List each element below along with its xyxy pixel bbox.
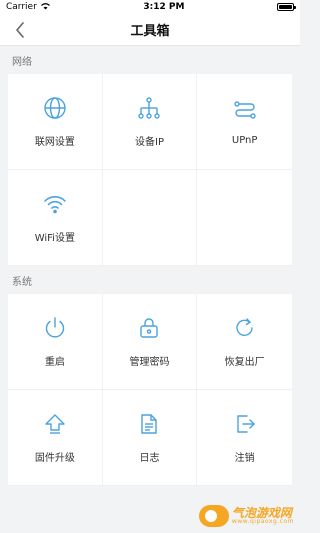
empty-cell [197,170,292,266]
status-left: Carrier [6,2,51,13]
tool-label: 设备IP [135,137,164,148]
tool-admin-password[interactable]: 管理密码 [102,294,198,390]
back-button[interactable] [10,20,30,40]
tool-label: 固件升级 [34,453,75,464]
nav-bar: 工具箱 [0,14,300,46]
chevron-left-icon [16,22,24,38]
tool-label: 注销 [234,453,255,464]
tool-label: UPnP [231,135,258,146]
network-tree-icon [136,95,162,121]
tool-firmware-upgrade[interactable]: 固件升级 [8,390,103,486]
tool-upnp[interactable]: UPnP [197,74,292,170]
status-bar: Carrier 3:12 PM [0,0,300,14]
system-grid: 重启 管理密码 恢复出厂 固件升级 日志 注销 [8,294,292,486]
status-time: 3:12 PM [143,2,185,12]
power-icon [42,315,68,341]
tool-label: 联网设置 [34,137,75,148]
tool-network-settings[interactable]: 联网设置 [8,74,103,170]
watermark-logo-icon [198,505,229,527]
logout-icon [232,411,258,437]
section-header-network: 网络 [12,56,32,68]
globe-icon [42,95,68,121]
tool-log[interactable]: 日志 [102,390,198,486]
document-icon [136,411,162,437]
route-icon [232,97,258,123]
section-header-system: 系统 [12,276,32,288]
tool-label: 管理密码 [129,357,170,368]
wifi-status-icon [40,2,51,13]
tool-logout[interactable]: 注销 [197,390,292,486]
lock-icon [136,315,162,341]
upgrade-arrow-icon [42,411,68,437]
tool-device-ip[interactable]: 设备IP [102,74,198,170]
watermark: 气泡游戏网 www.qipaoxg.com [198,505,294,527]
tool-label: WiFi设置 [34,233,75,244]
tool-wifi-settings[interactable]: WiFi设置 [8,170,103,266]
empty-cell [102,170,198,266]
wifi-icon [42,191,68,217]
carrier-label: Carrier [6,2,37,12]
watermark-text: 气泡游戏网 www.qipaoxg.com [232,507,294,525]
tool-restart[interactable]: 重启 [8,294,103,390]
tool-factory-reset[interactable]: 恢复出厂 [197,294,292,390]
tool-label: 恢复出厂 [224,357,265,368]
tool-label: 重启 [44,357,65,368]
battery-icon [276,3,296,11]
tool-label: 日志 [139,453,160,464]
refresh-icon [232,315,258,341]
network-grid: 联网设置 设备IP UPnP WiFi设置 [8,74,292,266]
watermark-sub: www.qipaoxg.com [231,518,294,525]
page-title: 工具箱 [130,24,170,39]
